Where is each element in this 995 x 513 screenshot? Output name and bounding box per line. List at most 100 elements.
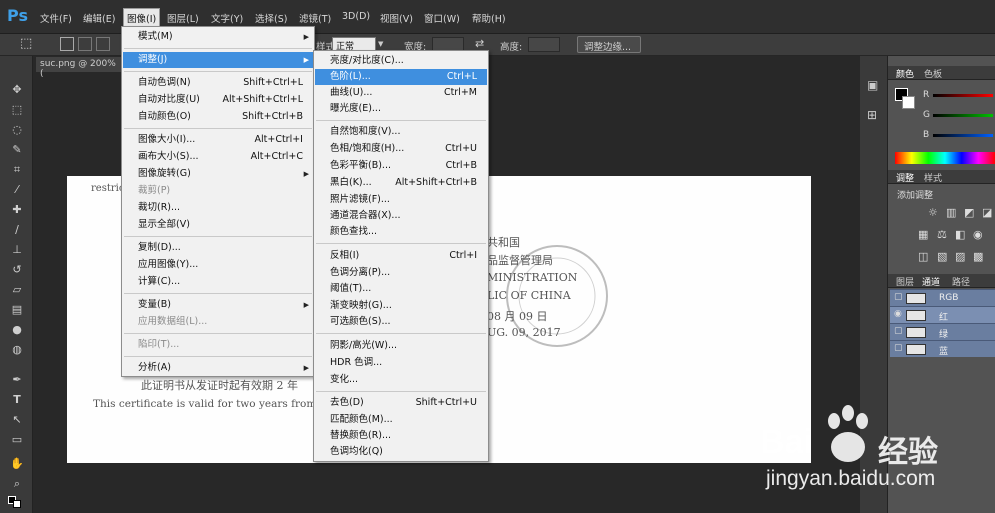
gradient-tool-icon[interactable]: ▤	[8, 302, 26, 318]
crop-tool-icon[interactable]: ⌗	[8, 162, 26, 178]
menu-item-duplicate[interactable]: 复制(D)...	[123, 240, 313, 256]
menu-help[interactable]: 帮助(H)	[472, 11, 506, 25]
tab-styles[interactable]: 样式	[924, 171, 942, 184]
menu-item-black-white[interactable]: 黑白(K)... Alt+Shift+Ctrl+B	[315, 175, 487, 191]
healing-brush-icon[interactable]: ✚	[8, 202, 26, 218]
lasso-tool-icon[interactable]: ◌	[8, 122, 26, 138]
blur-tool-icon[interactable]: ●	[8, 322, 26, 338]
height-input[interactable]	[528, 37, 560, 52]
exposure-icon[interactable]: ◪	[982, 206, 992, 219]
menu-item-auto-contrast[interactable]: 自动对比度(U) Alt+Shift+Ctrl+L	[123, 92, 313, 108]
stamp-tool-icon[interactable]: ⊥	[8, 242, 26, 258]
channel-row-rgb[interactable]: ▢ RGB	[890, 289, 995, 306]
menu-item-threshold[interactable]: 阈值(T)...	[315, 281, 487, 297]
menu-item-gradient-map[interactable]: 渐变映射(G)...	[315, 298, 487, 314]
history-icon[interactable]: ▣	[867, 78, 878, 92]
tab-color[interactable]: 颜色	[896, 67, 914, 80]
menu-item-match-color[interactable]: 匹配颜色(M)...	[315, 412, 487, 428]
type-tool-icon[interactable]: T	[8, 392, 26, 408]
color-spectrum[interactable]	[895, 152, 995, 164]
red-slider[interactable]	[933, 94, 993, 97]
menu-window[interactable]: 窗口(W)	[424, 11, 460, 25]
menu-view[interactable]: 视图(V)	[380, 11, 413, 25]
green-slider[interactable]	[933, 114, 993, 117]
dodge-tool-icon[interactable]: ◍	[8, 342, 26, 358]
menu-item-exposure[interactable]: 曝光度(E)...	[315, 101, 487, 117]
menu-item-color-lookup[interactable]: 颜色查找...	[315, 224, 487, 240]
swap-icon[interactable]: ⇄	[475, 37, 484, 50]
invert-icon[interactable]: ◫	[918, 250, 928, 263]
menu-item-auto-tone[interactable]: 自动色调(N) Shift+Ctrl+L	[123, 75, 313, 91]
menu-item-shadows-highlights[interactable]: 阴影/高光(W)...	[315, 338, 487, 354]
posterize-icon[interactable]: ▧	[937, 250, 947, 263]
menu-item-analysis[interactable]: 分析(A) ▶	[123, 360, 313, 376]
menu-item-selective-color[interactable]: 可选颜色(S)...	[315, 314, 487, 330]
menu-item-brightness-contrast[interactable]: 亮度/对比度(C)...	[315, 53, 487, 69]
brightness-icon[interactable]: ☼	[928, 206, 938, 219]
menu-item-variables[interactable]: 变量(B) ▶	[123, 297, 313, 313]
menu-item-trim[interactable]: 裁切(R)...	[123, 200, 313, 216]
eraser-tool-icon[interactable]: ▱	[8, 282, 26, 298]
menu-item-vibrance[interactable]: 自然饱和度(V)...	[315, 124, 487, 140]
menu-item-hue-saturation[interactable]: 色相/饱和度(H)... Ctrl+U	[315, 141, 487, 157]
add-selection-icon[interactable]	[78, 37, 92, 51]
levels-icon[interactable]: ▥	[946, 206, 956, 219]
menu-item-equalize[interactable]: 色调均化(Q)	[315, 444, 487, 460]
menu-item-levels[interactable]: 色阶(L)... Ctrl+L	[315, 69, 487, 85]
menu-item-image-size[interactable]: 图像大小(I)... Alt+Ctrl+I	[123, 132, 313, 148]
menu-item-curves[interactable]: 曲线(U)... Ctrl+M	[315, 85, 487, 101]
menu-select[interactable]: 选择(S)	[255, 11, 287, 25]
channel-row-red[interactable]: ◉ 红	[890, 306, 995, 323]
menu-item-color-balance[interactable]: 色彩平衡(B)... Ctrl+B	[315, 158, 487, 174]
zoom-tool-icon[interactable]: ⌕	[8, 476, 26, 492]
visibility-icon[interactable]: ▢	[894, 292, 903, 302]
menu-file[interactable]: 文件(F)	[40, 11, 72, 25]
menu-item-desaturate[interactable]: 去色(D) Shift+Ctrl+U	[315, 395, 487, 411]
menu-item-mode[interactable]: 模式(M) ▶	[123, 29, 313, 45]
menu-layer[interactable]: 图层(L)	[167, 11, 199, 25]
menu-item-posterize[interactable]: 色调分离(P)...	[315, 265, 487, 281]
menu-item-photo-filter[interactable]: 照片滤镜(F)...	[315, 192, 487, 208]
tab-layers[interactable]: 图层	[896, 275, 914, 288]
curves-icon[interactable]: ◩	[964, 206, 974, 219]
document-tab[interactable]: suc.png @ 200% (	[36, 57, 126, 79]
menu-edit[interactable]: 编辑(E)	[83, 11, 115, 25]
refine-edge-button[interactable]: 调整边缘...	[577, 36, 641, 53]
channel-row-blue[interactable]: ▢ 蓝	[890, 340, 995, 357]
visibility-icon[interactable]: ▢	[894, 326, 903, 336]
menu-item-apply-image[interactable]: 应用图像(Y)...	[123, 257, 313, 273]
pen-tool-icon[interactable]: ✒	[8, 372, 26, 388]
properties-icon[interactable]: ⊞	[867, 108, 877, 122]
photo-filter-icon[interactable]: ◉	[973, 228, 983, 241]
new-selection-icon[interactable]	[60, 37, 74, 51]
eyedropper-icon[interactable]: ⁄	[8, 182, 26, 198]
subtract-selection-icon[interactable]	[96, 37, 110, 51]
menu-item-image-rotation[interactable]: 图像旋转(G) ▶	[123, 166, 313, 182]
hand-tool-icon[interactable]: ✋	[8, 456, 26, 472]
menu-item-hdr-toning[interactable]: HDR 色调...	[315, 355, 487, 371]
menu-item-variations[interactable]: 变化...	[315, 372, 487, 388]
background-swatch[interactable]	[902, 96, 915, 109]
menu-item-calculations[interactable]: 计算(C)...	[123, 274, 313, 290]
black-white-icon[interactable]: ◧	[955, 228, 965, 241]
menu-image[interactable]: 图像(I)	[123, 8, 161, 28]
background-color-icon[interactable]	[13, 500, 21, 508]
menu-item-auto-color[interactable]: 自动颜色(O) Shift+Ctrl+B	[123, 109, 313, 125]
tab-channels[interactable]: 通道	[922, 275, 940, 288]
menu-item-channel-mixer[interactable]: 通道混合器(X)...	[315, 208, 487, 224]
blue-slider[interactable]	[933, 134, 993, 137]
shape-tool-icon[interactable]: ▭	[8, 432, 26, 448]
tab-paths[interactable]: 路径	[952, 275, 970, 288]
brush-tool-icon[interactable]: ∕	[8, 222, 26, 238]
visibility-icon[interactable]: ▢	[894, 343, 903, 353]
marquee-icon[interactable]: ⬚	[20, 36, 32, 51]
menu-item-canvas-size[interactable]: 画布大小(S)... Alt+Ctrl+C	[123, 149, 313, 165]
gradient-map-icon[interactable]: ▩	[973, 250, 983, 263]
move-tool-icon[interactable]: ✥	[8, 82, 26, 98]
path-select-icon[interactable]: ↖	[8, 412, 26, 428]
hue-sat-icon[interactable]: ▦	[918, 228, 928, 241]
menu-filter[interactable]: 滤镜(T)	[299, 11, 331, 25]
menu-item-invert[interactable]: 反相(I) Ctrl+I	[315, 248, 487, 264]
threshold-icon[interactable]: ▨	[955, 250, 965, 263]
history-brush-icon[interactable]: ↺	[8, 262, 26, 278]
